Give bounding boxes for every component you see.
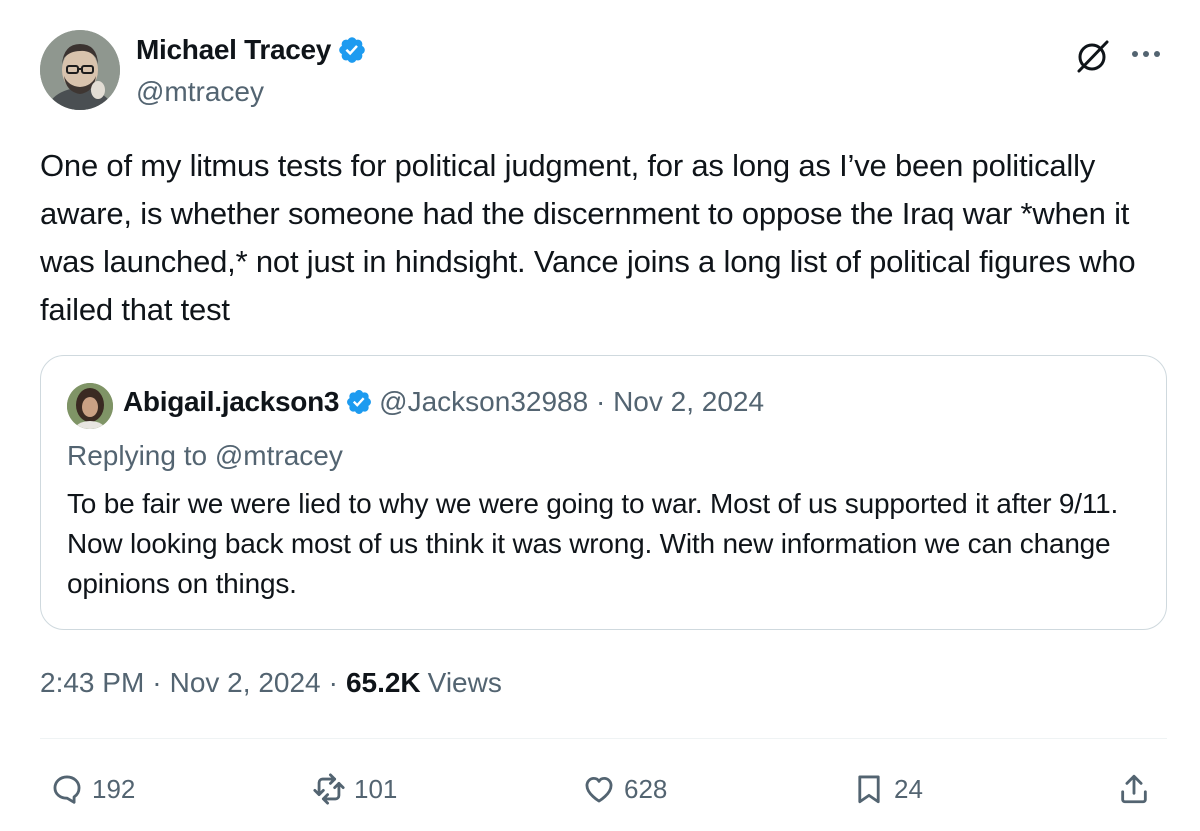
- post-date[interactable]: Nov 2, 2024: [170, 667, 321, 699]
- share-button[interactable]: [1117, 768, 1151, 810]
- quote-verified-badge-icon[interactable]: [345, 388, 373, 416]
- meta-separator: ·: [328, 667, 338, 698]
- repost-count: 101: [354, 773, 398, 804]
- post-text: One of my litmus tests for political jud…: [40, 148, 1136, 327]
- bookmark-count: 24: [894, 773, 923, 804]
- post: Michael Tracey @mtracey One of my litmus…: [0, 0, 1200, 831]
- bookmark-icon: [858, 775, 880, 804]
- meta-separator: ·: [152, 667, 162, 698]
- like-icon: [585, 776, 613, 803]
- author-name-text: Michael Tracey: [136, 34, 332, 65]
- reply-icon: [53, 775, 81, 804]
- quote-avatar-image: [67, 383, 113, 429]
- views-label: Views: [427, 667, 502, 698]
- post-time[interactable]: 2:43 PM: [40, 667, 144, 699]
- grok-icon[interactable]: [1073, 36, 1113, 76]
- views-count[interactable]: 65.2K: [346, 667, 421, 699]
- post-meta: 2:43 PM · Nov 2, 2024 · 65.2K Views: [40, 667, 502, 699]
- author-handle[interactable]: @mtracey: [136, 76, 264, 108]
- author-avatar-image: [40, 30, 120, 110]
- reply-count: 192: [92, 773, 136, 804]
- repost-button[interactable]: 101: [312, 768, 397, 810]
- quote-date[interactable]: Nov 2, 2024: [613, 386, 764, 418]
- reply-button[interactable]: 192: [50, 768, 135, 810]
- quote-author-handle[interactable]: @Jackson32988: [379, 386, 588, 418]
- bookmark-button[interactable]: 24: [852, 768, 923, 810]
- quoted-post[interactable]: Abigail.jackson3 @Jackson32988 · Nov 2, …: [40, 355, 1167, 630]
- share-icon: [1121, 774, 1147, 804]
- author-name[interactable]: Michael Tracey: [136, 34, 367, 66]
- more-icon[interactable]: [1126, 36, 1166, 72]
- quote-separator: ·: [588, 386, 614, 417]
- quote-author-avatar[interactable]: [67, 383, 113, 429]
- quote-replying-to: Replying to @mtracey: [67, 440, 343, 471]
- divider: [40, 738, 1167, 739]
- quote-header: Abigail.jackson3 @Jackson32988 · Nov 2, …: [123, 386, 764, 418]
- like-button[interactable]: 628: [582, 768, 667, 810]
- author-avatar[interactable]: [40, 30, 120, 110]
- verified-badge-icon[interactable]: [337, 35, 367, 65]
- like-count: 628: [624, 773, 668, 804]
- quote-author-name[interactable]: Abigail.jackson3: [123, 386, 339, 418]
- repost-icon: [313, 773, 345, 805]
- quote-text: To be fair we were lied to why we were g…: [67, 488, 1119, 599]
